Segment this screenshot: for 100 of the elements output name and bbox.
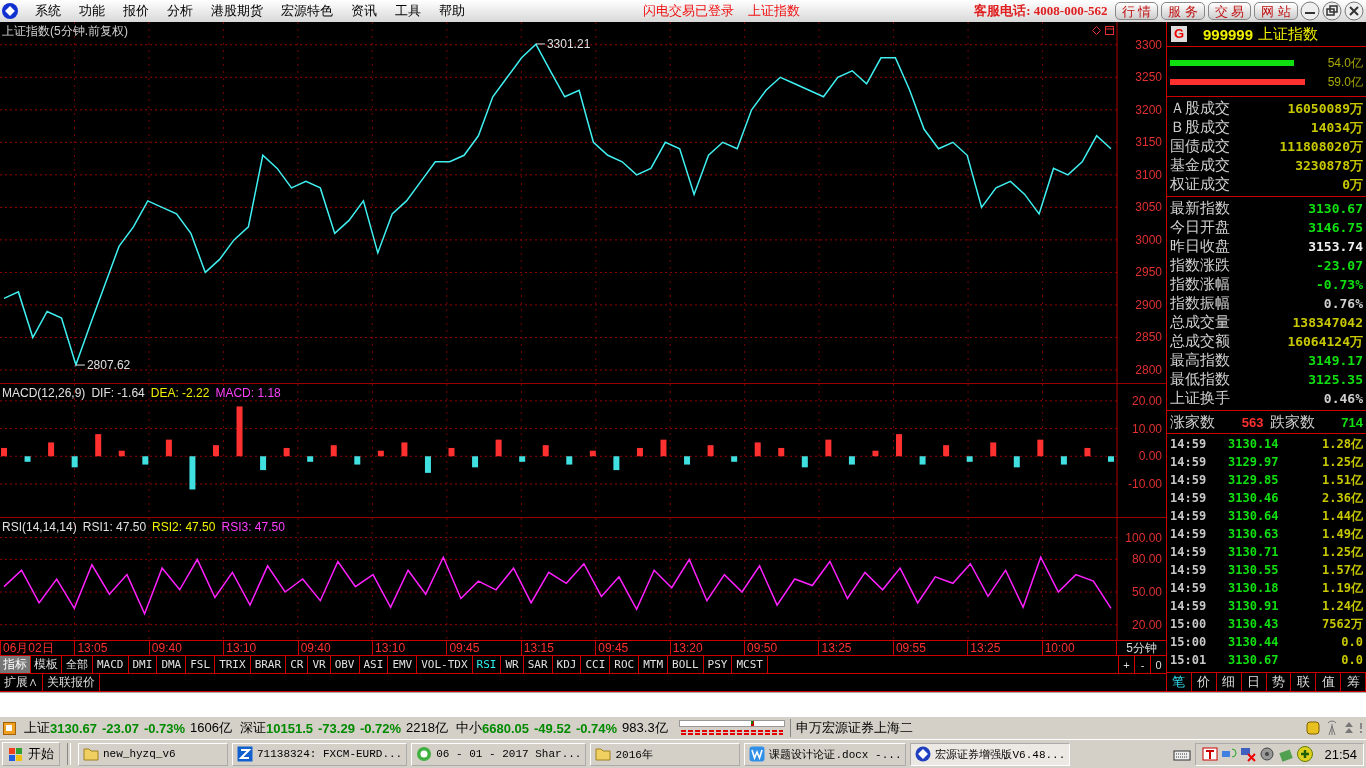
up-arrows-icon[interactable]	[1344, 721, 1354, 735]
macd-bar	[872, 450, 879, 457]
stat-value: 138347042	[1292, 315, 1363, 330]
macd-bar	[707, 445, 714, 457]
taskbar-button[interactable]: 06 - 01 - 2017 Shar...	[411, 742, 587, 766]
close-button[interactable]	[1344, 1, 1364, 21]
y-axis-label: 50.00	[1131, 585, 1162, 599]
y-axis-label: 2800	[1135, 363, 1162, 377]
menu-item[interactable]: 功能	[70, 2, 114, 20]
app-icon	[237, 746, 253, 762]
nav-button[interactable]: 行 情	[1114, 2, 1159, 20]
square-icon[interactable]	[1105, 26, 1114, 35]
taskbar-button[interactable]: 课题设计论证.docx -...	[744, 742, 907, 766]
y-axis-label: 20.00	[1131, 617, 1162, 632]
antenna-icon[interactable]	[1325, 720, 1339, 736]
plus-icon[interactable]	[1297, 746, 1314, 762]
tray-icon[interactable]	[1202, 746, 1219, 762]
menu-item[interactable]: 工具	[386, 2, 430, 20]
stat-label: 最新指数	[1170, 199, 1230, 218]
tick-price: 3130.14	[1228, 437, 1279, 451]
view-tab[interactable]: 模板	[31, 656, 62, 673]
time-axis-label: 13:10	[372, 641, 447, 655]
network-error-icon[interactable]	[1240, 746, 1257, 762]
time-axis-label: 09:45	[446, 641, 521, 655]
macd-bar	[472, 456, 479, 468]
broker-name: 申万宏源证券上海二	[789, 719, 913, 737]
y-axis-label: 3050	[1135, 200, 1162, 215]
price-annotation: 2807.62	[86, 358, 131, 373]
time-axis-label: 13:15	[520, 641, 596, 655]
decliners-count: 714	[1341, 414, 1363, 430]
app-logo-icon	[915, 746, 932, 762]
macd-bar	[377, 450, 384, 457]
period-label[interactable]: 5分钟	[1116, 641, 1167, 655]
time-axis-label: 13:25	[818, 641, 893, 655]
stat-label: 权证成交	[1170, 175, 1230, 194]
restore-button[interactable]	[1322, 1, 1342, 21]
tick-price: 3130.91	[1228, 599, 1279, 613]
legend-text: MACD: 1.18	[215, 386, 281, 400]
tick-price: 3130.44	[1228, 635, 1279, 649]
index-change: -49.52	[534, 720, 571, 736]
nav-button[interactable]: 网 站	[1254, 2, 1298, 20]
time-axis-label: 09:40	[297, 641, 373, 655]
tick-time: 14:59	[1170, 599, 1208, 613]
chart-title: 上证指数(5分钟.前复权)	[2, 23, 128, 40]
menu-item[interactable]: 港股期货	[202, 2, 272, 20]
taskbar-button[interactable]: 宏源证券增强版V6.48...	[910, 742, 1071, 766]
macd-bar	[236, 406, 243, 457]
menu-item[interactable]: 资讯	[342, 2, 386, 20]
macd-bar	[95, 434, 102, 457]
diamond-icon[interactable]	[1092, 26, 1101, 35]
menu-item[interactable]: 帮助	[430, 2, 474, 20]
index-name: 中小	[456, 719, 482, 737]
tick-time: 14:59	[1170, 527, 1208, 541]
advancers-label: 涨家数	[1170, 412, 1215, 432]
taskbar-button[interactable]: 71138324: FXCM-EURD...	[232, 742, 408, 766]
menu-item[interactable]: 报价	[114, 2, 158, 20]
taskbar-button[interactable]: 2016年	[590, 742, 741, 766]
tick-volume: 0.0	[1341, 635, 1363, 649]
macd-bar	[990, 442, 997, 457]
time-axis-label: 13:20	[669, 641, 745, 655]
start-button[interactable]: 开始	[2, 742, 60, 766]
flow-amount: 59.0亿	[1327, 74, 1363, 91]
market-badge: G	[1171, 26, 1187, 42]
menu-item[interactable]: 宏源特色	[272, 2, 342, 20]
stat-label: 最低指数	[1170, 370, 1230, 389]
macd-bar	[142, 456, 149, 465]
globe-icon	[416, 746, 433, 762]
macd-bar	[283, 447, 290, 457]
tick-volume: 1.51亿	[1322, 471, 1363, 489]
taskbar-button[interactable]: new_hyzq_v6	[78, 742, 228, 766]
tick-price: 3130.71	[1228, 545, 1279, 559]
view-tab[interactable]: 指标	[0, 656, 31, 673]
menu-item[interactable]: 分析	[158, 2, 202, 20]
y-axis-label: 2950	[1135, 265, 1162, 280]
macd-bar	[825, 439, 832, 457]
macd-bar	[354, 456, 361, 465]
stat-value: 111808020万	[1279, 137, 1363, 156]
window-icon[interactable]	[3, 721, 16, 735]
stat-value: 3153.74	[1308, 239, 1363, 254]
y-axis-label: 3300	[1135, 37, 1162, 52]
windows-flag-icon	[8, 746, 24, 762]
stat-value: 16050089万	[1287, 99, 1363, 118]
y-axis-label: 100.00	[1125, 530, 1162, 545]
nav-button[interactable]: 服 务	[1161, 2, 1205, 20]
index-percent: -0.74%	[575, 720, 618, 736]
stat-label: Ｂ股成交	[1170, 118, 1230, 137]
nav-button[interactable]: 交 易	[1207, 2, 1252, 20]
stat-value: 3130.67	[1308, 201, 1363, 216]
coin-icon[interactable]	[1306, 721, 1320, 735]
leader-line	[75, 364, 86, 366]
macd-bar	[307, 456, 314, 462]
document-icon	[749, 746, 766, 762]
speaker-icon[interactable]	[1259, 746, 1276, 762]
folder-icon	[83, 747, 99, 761]
keyboard-icon[interactable]	[1173, 747, 1192, 761]
minimize-button[interactable]	[1300, 1, 1320, 21]
menu-item[interactable]: 系统	[26, 2, 70, 20]
macd-bar	[778, 447, 785, 457]
tick-time: 15:01	[1170, 653, 1208, 667]
time-axis-label: 09:40	[148, 641, 224, 655]
